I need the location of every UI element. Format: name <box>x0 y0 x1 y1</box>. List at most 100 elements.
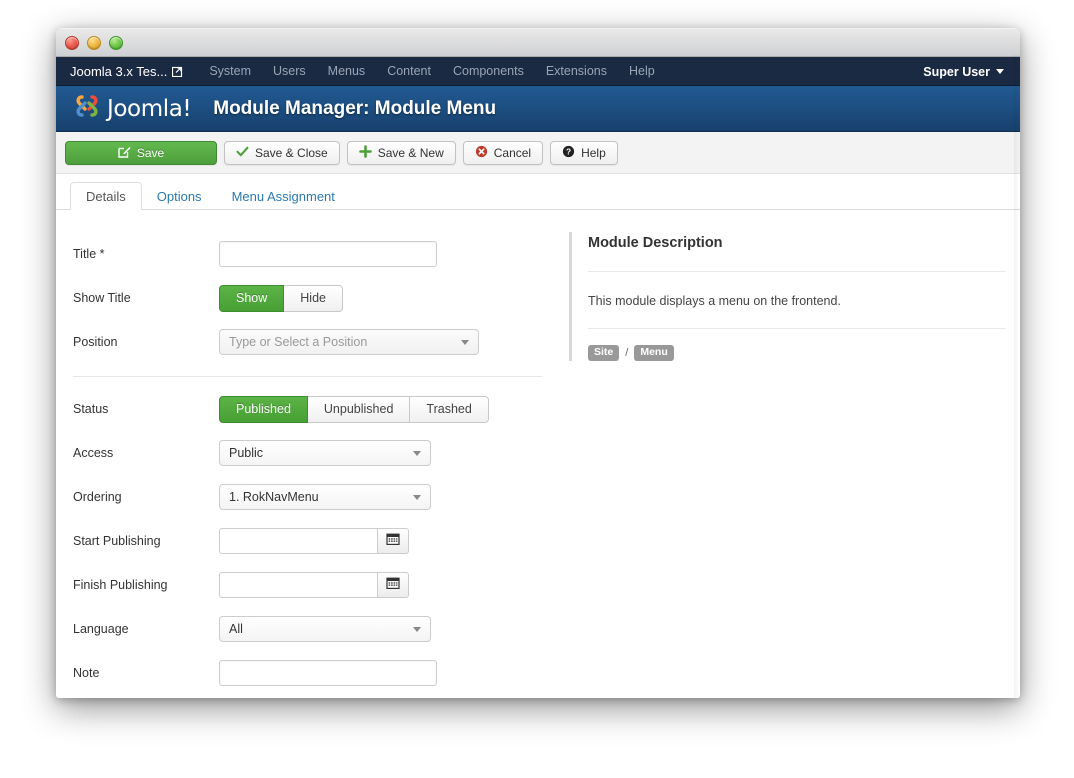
field-row-show-title: Show Title Show Hide <box>65 276 556 320</box>
cancel-button[interactable]: Cancel <box>463 141 543 165</box>
nav-item-help[interactable]: Help <box>629 64 655 78</box>
status-option-unpublished[interactable]: Unpublished <box>308 396 411 423</box>
show-title-label: Show Title <box>65 291 219 305</box>
start-publishing-input[interactable] <box>219 528 377 554</box>
tab-menu-assignment-label: Menu Assignment <box>232 189 335 204</box>
position-label: Position <box>65 335 219 349</box>
tab-details[interactable]: Details <box>70 182 142 210</box>
tab-options[interactable]: Options <box>142 182 217 210</box>
external-link-icon[interactable] <box>172 66 183 77</box>
show-title-toggle: Show Hide <box>219 285 343 312</box>
help-circle-icon: ? <box>562 145 575 161</box>
joomla-logo-icon <box>72 91 102 126</box>
finish-publishing-label: Finish Publishing <box>65 578 219 592</box>
nav-item-menus[interactable]: Menus <box>328 64 366 78</box>
position-select-value: Type or Select a Position <box>229 335 367 349</box>
title-label: Title * <box>65 247 219 261</box>
save-and-new-button[interactable]: Save & New <box>347 141 456 165</box>
nav-item-components[interactable]: Components <box>453 64 524 78</box>
zoom-window-button[interactable] <box>109 36 123 50</box>
title-input[interactable] <box>219 241 437 267</box>
field-row-finish-publishing: Finish Publishing <box>65 563 556 607</box>
status-label: Status <box>65 402 219 416</box>
chevron-down-icon <box>413 495 421 500</box>
module-description-body: This module displays a menu on the front… <box>588 272 1006 328</box>
finish-publishing-input[interactable] <box>219 572 377 598</box>
save-and-new-label: Save & New <box>378 146 444 160</box>
joomla-logo-text: Joomla! <box>107 96 191 122</box>
window-titlebar <box>56 28 1020 57</box>
module-edit-form: Title * Show Title Show Hide Po <box>56 210 1020 698</box>
minimize-window-button[interactable] <box>87 36 101 50</box>
save-button[interactable]: Save <box>65 141 217 165</box>
vertical-scrollbar[interactable] <box>1014 55 1020 698</box>
tab-menu-assignment[interactable]: Menu Assignment <box>217 182 350 210</box>
window-controls <box>65 36 123 50</box>
user-menu-label: Super User <box>923 65 990 79</box>
badge-site: Site <box>588 345 619 361</box>
user-menu[interactable]: Super User <box>923 57 1004 86</box>
status-option-published[interactable]: Published <box>219 396 308 423</box>
form-right-column: Module Description This module displays … <box>556 232 1020 698</box>
tab-bar: Details Options Menu Assignment <box>56 174 1020 210</box>
joomla-logo[interactable]: Joomla! <box>72 91 191 126</box>
note-input[interactable] <box>219 660 437 686</box>
language-select[interactable]: All <box>219 616 431 642</box>
language-select-value: All <box>229 622 243 636</box>
nav-item-content[interactable]: Content <box>387 64 431 78</box>
finish-publishing-calendar-button[interactable] <box>377 572 409 598</box>
admin-navbar: Joomla 3.x Tes... System Users Menus Con… <box>56 57 1020 86</box>
page-title: Module Manager: Module Menu <box>213 98 496 120</box>
show-title-option-hide[interactable]: Hide <box>284 285 343 312</box>
cancel-button-label: Cancel <box>494 146 531 160</box>
chevron-down-icon <box>461 340 469 345</box>
field-row-status: Status Published Unpublished Trashed <box>65 387 556 431</box>
help-button[interactable]: ? Help <box>550 141 618 165</box>
status-toggle: Published Unpublished Trashed <box>219 396 489 423</box>
plus-icon <box>359 145 372 161</box>
help-button-label: Help <box>581 146 606 160</box>
save-button-label: Save <box>137 146 164 160</box>
module-badges: Site / Menu <box>588 329 1006 361</box>
cancel-circle-icon <box>475 145 488 161</box>
ordering-select-value: 1. RokNavMenu <box>229 490 319 504</box>
editor-toolbar: Save Save & Close Save & New <box>56 132 1020 174</box>
field-row-note: Note <box>65 651 556 695</box>
nav-item-users[interactable]: Users <box>273 64 306 78</box>
access-select[interactable]: Public <box>219 440 431 466</box>
site-title[interactable]: Joomla 3.x Tes... <box>70 64 183 79</box>
save-and-close-button[interactable]: Save & Close <box>224 141 340 165</box>
field-row-title: Title * <box>65 232 556 276</box>
close-window-button[interactable] <box>65 36 79 50</box>
check-icon <box>236 145 249 161</box>
nav-item-system[interactable]: System <box>209 64 251 78</box>
start-publishing-label: Start Publishing <box>65 534 219 548</box>
access-label: Access <box>65 446 219 460</box>
chevron-down-icon <box>413 451 421 456</box>
edit-pencil-icon <box>118 145 131 161</box>
badge-separator: / <box>625 347 628 359</box>
finish-publishing-field <box>219 572 409 598</box>
language-label: Language <box>65 622 219 636</box>
status-option-trashed[interactable]: Trashed <box>410 396 488 423</box>
start-publishing-calendar-button[interactable] <box>377 528 409 554</box>
form-section-divider <box>73 376 542 377</box>
browser-window: Joomla 3.x Tes... System Users Menus Con… <box>56 28 1020 698</box>
nav-item-extensions[interactable]: Extensions <box>546 64 607 78</box>
calendar-icon <box>386 576 400 595</box>
tab-options-label: Options <box>157 189 202 204</box>
field-row-start-publishing: Start Publishing <box>65 519 556 563</box>
tab-details-label: Details <box>86 189 126 204</box>
show-title-option-show[interactable]: Show <box>219 285 284 312</box>
save-and-close-label: Save & Close <box>255 146 328 160</box>
ordering-label: Ordering <box>65 490 219 504</box>
screenshot-root: Joomla 3.x Tes... System Users Menus Con… <box>0 0 1074 778</box>
note-label: Note <box>65 666 219 680</box>
chevron-down-icon <box>996 69 1004 74</box>
ordering-select[interactable]: 1. RokNavMenu <box>219 484 431 510</box>
calendar-icon <box>386 532 400 551</box>
position-select[interactable]: Type or Select a Position <box>219 329 479 355</box>
chevron-down-icon <box>413 627 421 632</box>
badge-menu: Menu <box>634 345 673 361</box>
admin-nav-items: System Users Menus Content Components Ex… <box>209 64 654 78</box>
